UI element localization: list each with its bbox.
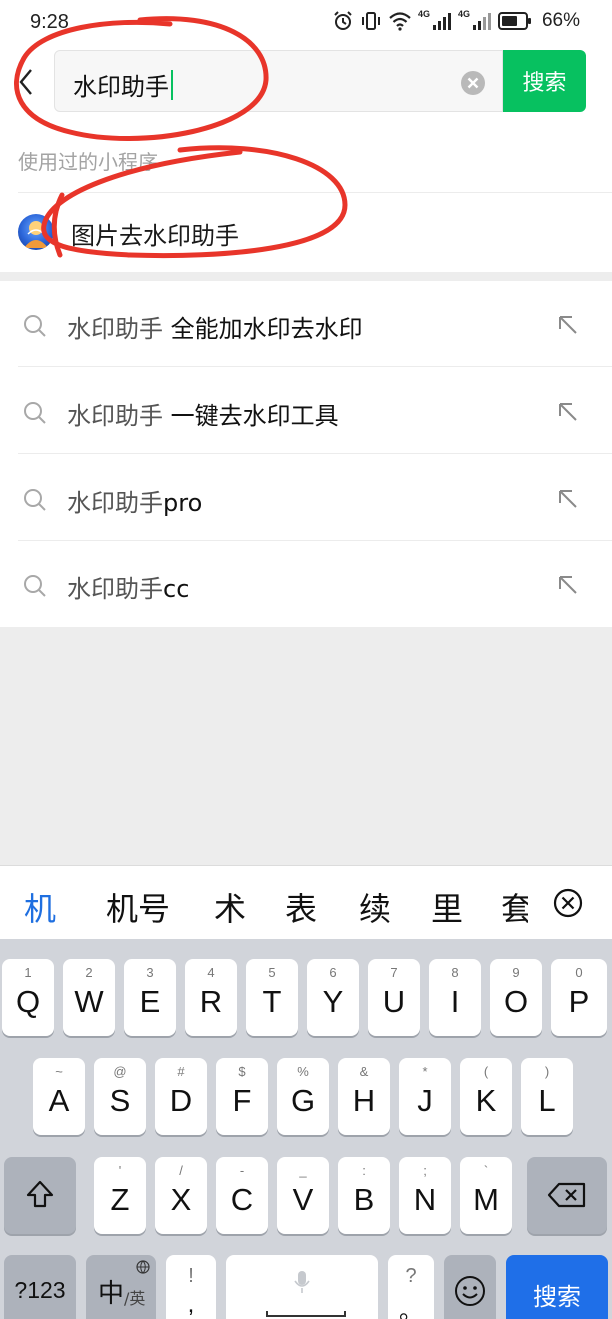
candidate-item[interactable]: 续 (359, 884, 391, 930)
text-caret (171, 69, 173, 100)
space-key[interactable] (226, 1255, 378, 1319)
shift-icon (26, 1180, 54, 1208)
key-f[interactable]: $ F (216, 1058, 268, 1135)
battery-icon (497, 12, 531, 30)
backspace-key[interactable] (527, 1157, 607, 1234)
chevron-left-icon (19, 69, 32, 95)
section-title: 使用过的小程序 (18, 150, 158, 174)
network-type-1: 4G (417, 9, 430, 19)
network-type-2: 4G (457, 9, 470, 19)
key-w[interactable]: 2W (63, 959, 115, 1036)
used-mini-programs-section: 使用过的小程序 图片去水印助手 (0, 124, 612, 272)
fill-arrow-icon[interactable] (556, 487, 580, 511)
candidate-item[interactable]: 术 (214, 884, 246, 930)
key-x[interactable]: / X (155, 1157, 207, 1234)
battery-percent: 66% (541, 10, 580, 31)
search-icon (24, 489, 46, 511)
microphone-icon (294, 1271, 310, 1293)
status-time: 9:28 (30, 11, 69, 33)
search-icon (24, 315, 46, 337)
key-d[interactable]: # D (155, 1058, 207, 1135)
search-icon (24, 402, 46, 424)
key-k[interactable]: (K (460, 1058, 512, 1135)
search-query-text: 水印助手 (73, 73, 169, 101)
status-bar: 9:28 4G 4G 66% (0, 0, 612, 44)
key-h[interactable]: & H (338, 1058, 390, 1135)
status-icons: 4G 4G 66% (332, 9, 580, 32)
language-switch-key[interactable]: 中/英 (86, 1255, 156, 1319)
candidate-item[interactable]: 机号 (106, 884, 170, 930)
wifi-icon (389, 12, 411, 31)
keyboard: 1Q 2W 3E 4R 5T 6Y 7U 8I 9O 0P ~ A @ S # D $… (0, 939, 612, 1319)
key-e[interactable]: 3E (124, 959, 176, 1036)
blank-area (0, 627, 612, 865)
search-input[interactable]: 水印助手 (73, 67, 173, 102)
suggestion-row[interactable]: 水印助手 一键去水印工具 (0, 368, 612, 454)
mini-program-item[interactable]: 图片去水印助手 (0, 193, 612, 272)
vibrate-icon (361, 12, 380, 30)
search-field[interactable]: 水印助手 (54, 50, 503, 112)
search-icon (24, 575, 46, 597)
candidate-item[interactable]: 套 (501, 884, 528, 930)
search-header: 水印助手 搜索 (0, 44, 612, 124)
divider (18, 453, 612, 454)
key-b[interactable]: :B (338, 1157, 390, 1234)
emoji-icon (455, 1276, 485, 1306)
punctuation-key[interactable]: !, (166, 1255, 216, 1319)
suggestion-text: 水印助手 一键去水印工具 (67, 402, 339, 430)
candidate-item[interactable]: 表 (285, 884, 317, 930)
key-c[interactable]: -C (216, 1157, 268, 1234)
close-icon[interactable] (552, 887, 584, 919)
shift-key[interactable] (4, 1157, 76, 1234)
key-p[interactable]: 0P (551, 959, 607, 1036)
suggestion-text: 水印助手 全能加水印去水印 (67, 315, 363, 343)
globe-icon (136, 1260, 150, 1274)
key-r[interactable]: 4R (185, 959, 237, 1036)
key-j[interactable]: * J (399, 1058, 451, 1135)
candidate-item[interactable]: 机 (24, 884, 56, 930)
mini-program-name: 图片去水印助手 (71, 222, 239, 250)
fill-arrow-icon[interactable] (556, 313, 580, 337)
fill-arrow-icon[interactable] (556, 400, 580, 424)
candidate-list: 机 机号 术 表 续 里 套 (0, 866, 528, 940)
key-z[interactable]: ' Z (94, 1157, 146, 1234)
key-l[interactable]: ) L (521, 1058, 573, 1135)
key-g[interactable]: % G (277, 1058, 329, 1135)
key-q[interactable]: 1Q (2, 959, 54, 1036)
ime-candidate-bar: 机 机号 术 表 续 里 套 (0, 865, 612, 939)
key-u[interactable]: 7U (368, 959, 420, 1036)
key-s[interactable]: @ S (94, 1058, 146, 1135)
numbers-key[interactable]: ?123 (4, 1255, 76, 1319)
key-v[interactable]: _ V (277, 1157, 329, 1234)
key-y[interactable]: 6Y (307, 959, 359, 1036)
search-button[interactable]: 搜索 (503, 50, 586, 112)
suggestion-text: 水印助手pro (67, 489, 203, 517)
mini-program-logo-icon (18, 214, 54, 250)
alarm-icon (334, 11, 352, 30)
key-t[interactable]: 5T (246, 959, 298, 1036)
suggestion-text: 水印助手cc (67, 575, 190, 603)
emoji-key[interactable] (444, 1255, 496, 1319)
key-m[interactable]: ` M (460, 1157, 512, 1234)
suggestion-row[interactable]: 水印助手pro (0, 455, 612, 541)
signal-icon (432, 13, 451, 30)
fill-arrow-icon[interactable] (556, 573, 580, 597)
backspace-icon (547, 1182, 586, 1208)
suggestion-row[interactable]: 水印助手cc (0, 541, 612, 627)
key-a[interactable]: ~ A (33, 1058, 85, 1135)
back-button[interactable] (12, 62, 40, 102)
suggestion-row[interactable]: 水印助手 全能加水印去水印 (0, 281, 612, 367)
signal-icon (472, 13, 491, 30)
keyboard-search-key[interactable]: 搜索 (506, 1255, 608, 1319)
search-suggestions: 水印助手 全能加水印去水印 水印助手 一键去水印工具 水印助手pro 水印助手c… (0, 281, 612, 627)
punctuation-key[interactable]: ?。 (388, 1255, 434, 1319)
divider (18, 366, 612, 367)
clear-icon[interactable] (460, 70, 486, 96)
key-o[interactable]: 9O (490, 959, 542, 1036)
candidate-item[interactable]: 里 (431, 884, 463, 930)
key-i[interactable]: 8I (429, 959, 481, 1036)
section-gap (0, 272, 612, 281)
key-n[interactable]: ; N (399, 1157, 451, 1234)
space-bar-glyph (266, 1311, 346, 1317)
